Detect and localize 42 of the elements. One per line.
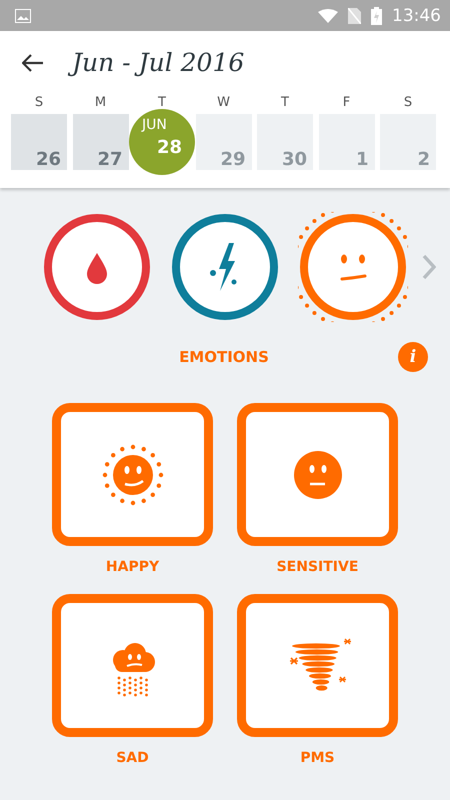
weekday-label: T [157,95,167,112]
next-chevron-icon[interactable] [422,254,436,280]
sun-icon [102,444,163,505]
clock-time: 13:46 [392,6,441,26]
day-cell[interactable]: 29 [196,114,252,170]
face-icon [340,254,366,280]
battery-charging-icon [371,6,382,24]
day-cell[interactable]: 26 [11,114,67,170]
wifi-icon [318,8,338,22]
emotion-label: SAD [116,750,149,766]
emotion-tile[interactable] [52,403,213,546]
weekday-label: S [402,95,414,112]
lightning-icon [210,243,236,291]
drop-icon [87,253,107,284]
section-title: EMOTIONS [178,348,270,366]
emotion-tile[interactable] [52,594,213,737]
tornado-icon [288,638,352,690]
category-button[interactable] [298,212,408,322]
day-cell[interactable]: 2 [380,114,436,170]
category-button[interactable] [170,212,280,322]
emotion-label: PMS [300,750,335,766]
selected-day[interactable]: JUN 28 [129,109,195,175]
day-cell[interactable]: 27 [72,114,128,170]
emotion-tile[interactable] [237,403,398,546]
back-button[interactable] [22,54,44,72]
face-icon [294,450,342,498]
emotion-label: SENSITIVE [276,559,358,575]
weekday-label: F [342,95,352,112]
weekday-label: W [216,95,231,112]
day-cell[interactable]: 30 [257,114,313,170]
emotion-tile[interactable] [237,594,398,737]
no-sim-icon [348,8,361,24]
info-button[interactable]: i [398,342,428,372]
category-button[interactable] [42,212,152,322]
rain-cloud-icon [112,642,154,696]
day-cell[interactable]: 1 [318,114,374,170]
weekday-label: M [94,95,108,112]
weekday-label: S [34,95,44,112]
emotion-label: HAPPY [106,559,160,575]
weekday-label: T [280,95,290,112]
date-range-title: Jun - Jul 2016 [70,44,250,82]
image-icon [15,8,31,22]
